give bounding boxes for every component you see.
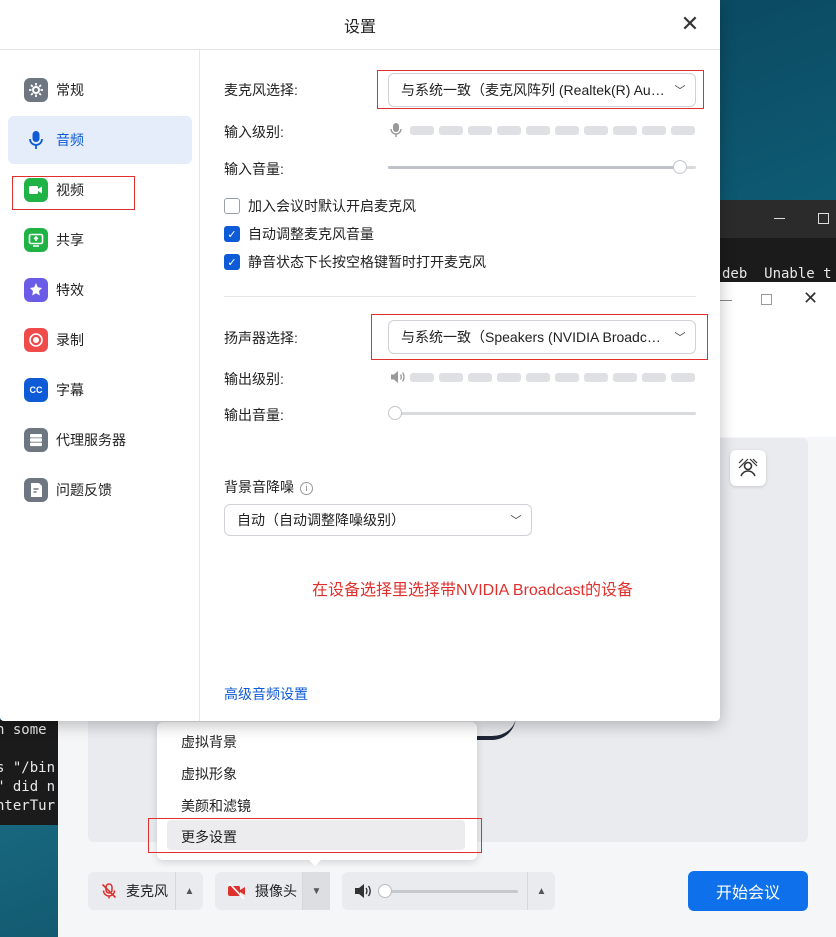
close-icon[interactable]: ✕: [803, 288, 818, 309]
advanced-audio-settings-link[interactable]: 高级音频设置: [224, 684, 308, 704]
minimize-icon[interactable]: [720, 300, 732, 301]
sidebar-item-label: 音频: [56, 132, 84, 148]
sidebar-item-label: 问题反馈: [56, 482, 112, 498]
annotation-box-mic: [377, 70, 704, 109]
noise-suppression-dropdown[interactable]: 自动（自动调整降噪级别） ﹀: [224, 504, 532, 536]
input-volume-knob[interactable]: [673, 160, 688, 174]
checkbox-label: 静音状态下长按空格键暂时打开麦克风: [248, 254, 486, 270]
feedback-icon: [24, 478, 48, 502]
background-blur-icon: [738, 458, 758, 477]
share-screen-icon: [24, 228, 48, 252]
terminal-text-line: s "/bin: [0, 760, 56, 776]
start-meeting-button[interactable]: 开始会议: [688, 871, 808, 911]
output-volume-slider[interactable]: [388, 406, 696, 420]
sidebar-item-general[interactable]: 常规: [8, 66, 192, 114]
sidebar-item-label: 共享: [56, 232, 84, 248]
auto-adjust-mic-volume-row[interactable]: ✓ 自动调整麦克风音量: [224, 224, 374, 244]
settings-dialog: 设置 ✕ 常规 音频 视频 共享 特效 录制 CC 字幕 代理服务器 问题反馈 …: [0, 0, 720, 721]
checkbox-label: 自动调整麦克风音量: [248, 226, 374, 242]
sidebar-item-label: 代理服务器: [56, 432, 126, 448]
annotation-box-video: [12, 176, 135, 210]
noise-suppression-value: 自动（自动调整降噪级别）: [237, 512, 405, 528]
sidebar-item-audio[interactable]: 音频: [8, 116, 192, 164]
push-to-talk-checkbox[interactable]: ✓: [224, 254, 240, 270]
annotation-text: 在设备选择里选择带NVIDIA Broadcast的设备: [312, 582, 633, 599]
microphone-options-arrow[interactable]: ▲: [175, 872, 203, 910]
terminal-window-left: h some s "/bin " did n nterTur: [0, 720, 60, 825]
input-volume-label: 输入音量:: [224, 161, 284, 177]
terminal-titlebar: [700, 200, 836, 238]
camera-control[interactable]: 摄像头 ▼: [215, 872, 330, 910]
microphone-control[interactable]: 麦克风 ▲: [88, 872, 203, 910]
sidebar-item-label: 特效: [56, 282, 84, 298]
effects-icon: [24, 278, 48, 302]
audio-settings-panel: 麦克风选择: 与系统一致（麦克风阵列 (Realtek(R) Audio)） ﹀…: [200, 50, 720, 721]
speaker-icon: [355, 884, 371, 898]
menu-item-virtual-background[interactable]: 虚拟背景: [181, 732, 237, 752]
background-toggle-button[interactable]: [730, 450, 766, 486]
sidebar-item-captions[interactable]: CC 字幕: [8, 366, 192, 414]
annotation-box-speaker: [371, 314, 708, 360]
sidebar-item-label: 字幕: [56, 382, 84, 398]
chevron-down-icon: ﹀: [510, 515, 522, 527]
proxy-server-icon: [24, 428, 48, 452]
output-volume-label: 输出音量:: [224, 407, 284, 423]
speaker-control[interactable]: ▲: [342, 872, 555, 910]
noise-suppression-heading: 背景音降噪 i: [224, 477, 313, 497]
terminal-text-line: deb Unable t: [722, 266, 832, 282]
output-level-meter: [410, 373, 695, 382]
input-level-label: 输入级别:: [224, 124, 284, 140]
sidebar-item-label: 录制: [56, 332, 84, 348]
section-divider: [224, 296, 696, 297]
gear-icon: [24, 78, 48, 102]
annotation-box-more-settings: [148, 818, 482, 853]
mic-select-label: 麦克风选择:: [224, 82, 298, 98]
menu-pointer: [308, 859, 322, 866]
microphone-muted-icon: [101, 883, 117, 899]
menu-item-beauty-filters[interactable]: 美颜和滤镜: [181, 796, 251, 816]
speaker-options-arrow[interactable]: ▲: [527, 872, 555, 910]
input-volume-fill: [388, 166, 681, 169]
sidebar-item-record[interactable]: 录制: [8, 316, 192, 364]
captions-icon: CC: [24, 378, 48, 402]
auto-mic-on-join-checkbox[interactable]: [224, 198, 240, 214]
sidebar-item-share[interactable]: 共享: [8, 216, 192, 264]
speaker-volume-track[interactable]: [382, 890, 518, 893]
terminal-text-line: " did n: [0, 779, 56, 795]
input-level-meter: [410, 126, 695, 135]
camera-label: 摄像头: [255, 883, 297, 899]
auto-adjust-mic-volume-checkbox[interactable]: ✓: [224, 226, 240, 242]
settings-sidebar: 常规 音频 视频 共享 特效 录制 CC 字幕 代理服务器 问题反馈: [0, 50, 200, 721]
sidebar-item-proxy[interactable]: 代理服务器: [8, 416, 192, 464]
microphone-label: 麦克风: [126, 883, 168, 899]
menu-item-avatar[interactable]: 虚拟形象: [181, 764, 237, 784]
info-icon[interactable]: i: [300, 481, 313, 495]
speaker-volume-knob[interactable]: [378, 884, 392, 898]
auto-mic-on-join-row[interactable]: 加入会议时默认开启麦克风: [224, 196, 416, 216]
push-to-talk-row[interactable]: ✓ 静音状态下长按空格键暂时打开麦克风: [224, 252, 486, 272]
sidebar-item-label: 常规: [56, 82, 84, 98]
terminal-text-line: nterTur: [0, 798, 56, 814]
camera-options-arrow[interactable]: ▼: [302, 872, 330, 910]
terminal-text-line: h some: [0, 722, 47, 738]
record-icon: [24, 328, 48, 352]
camera-off-icon: [228, 882, 245, 900]
checkbox-label: 加入会议时默认开启麦克风: [248, 198, 416, 214]
speaker-level-icon: [391, 371, 405, 383]
microphone-icon: [24, 128, 48, 152]
terminal-maximize-icon[interactable]: [818, 213, 829, 224]
terminal-minimize-icon[interactable]: [774, 218, 785, 219]
close-icon[interactable]: ✕: [680, 13, 700, 35]
output-level-label: 输出级别:: [224, 371, 284, 387]
sidebar-item-effects[interactable]: 特效: [8, 266, 192, 314]
maximize-icon[interactable]: [761, 294, 772, 305]
noise-suppression-label: 背景音降噪: [224, 479, 294, 495]
settings-title: 设置: [0, 0, 720, 50]
output-volume-knob[interactable]: [388, 406, 402, 420]
speaker-select-label: 扬声器选择:: [224, 330, 298, 346]
sidebar-item-feedback[interactable]: 问题反馈: [8, 466, 192, 514]
microphone-level-icon: [390, 123, 402, 137]
input-volume-slider[interactable]: [388, 160, 696, 174]
